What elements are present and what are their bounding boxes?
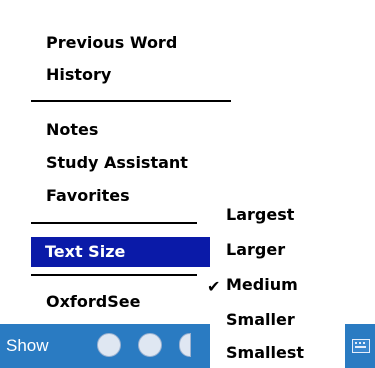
menu-item-favorites[interactable]: Favorites [46,186,130,206]
menu-separator [31,100,231,102]
submenu-item-larger[interactable]: Larger [226,240,285,260]
checkmark-icon: ✔ [207,277,221,296]
menu-item-label: Text Size [45,242,126,261]
search-icon[interactable] [138,333,162,357]
keyboard-icon[interactable] [352,339,370,353]
submenu-item-smaller[interactable]: Smaller [226,310,295,330]
pointer-icon[interactable] [97,333,121,357]
submenu-item-largest[interactable]: Largest [226,205,294,225]
menu-separator [31,274,197,276]
menu-item-study-assistant[interactable]: Study Assistant [46,153,188,173]
menu-item-history[interactable]: History [46,65,111,85]
submenu-item-medium[interactable]: Medium [226,275,298,295]
menu-item-text-size[interactable]: Text Size [31,237,210,267]
menu-item-oxfordsee[interactable]: OxfordSee [46,292,140,312]
menu-item-previous-word[interactable]: Previous Word [46,33,177,53]
menu-item-notes[interactable]: Notes [46,120,98,140]
back-icon[interactable] [179,333,191,357]
submenu-item-smallest[interactable]: Smallest [226,343,304,363]
show-button[interactable]: Show [6,336,49,356]
menu-separator [31,222,197,224]
